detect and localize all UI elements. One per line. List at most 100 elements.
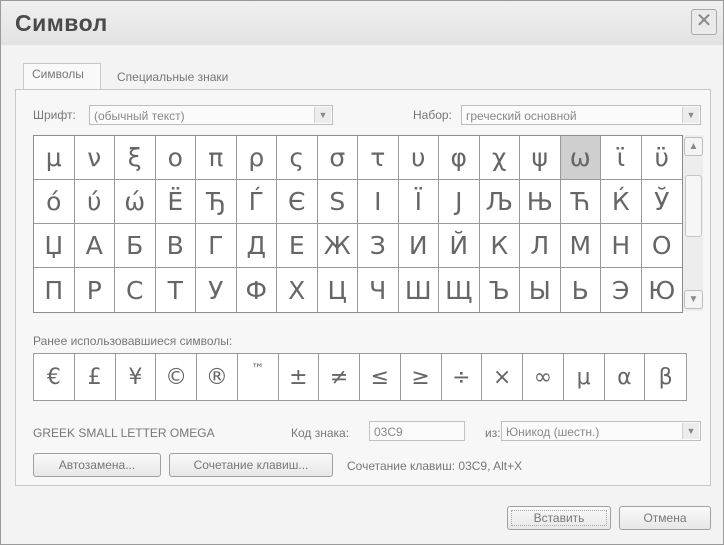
recent-symbol-cell[interactable]: ® [197,354,238,400]
recent-symbol-cell[interactable]: ÷ [442,354,483,400]
symbol-cell[interactable]: М [560,224,601,268]
symbol-cell[interactable]: σ [317,136,358,180]
symbol-cell[interactable]: Џ [34,224,75,268]
insert-button[interactable]: Вставить [507,506,611,530]
symbol-cell[interactable]: Ы [520,268,561,312]
symbol-cell[interactable]: ψ [520,136,561,180]
symbol-cell[interactable]: Ѓ [236,180,277,224]
recent-symbol-cell[interactable]: μ [564,354,605,400]
symbol-cell[interactable]: Щ [439,268,480,312]
symbol-cell[interactable]: τ [358,136,399,180]
symbol-cell[interactable]: Ў [641,180,682,224]
recent-symbol-cell[interactable]: € [34,354,75,400]
symbol-cell[interactable]: ώ [115,180,156,224]
symbol-cell[interactable]: Ф [237,268,277,312]
font-select[interactable]: (обычный текст) ▼ [89,105,333,125]
symbol-cell[interactable]: А [74,224,115,268]
symbol-cell[interactable]: ξ [115,136,156,180]
recent-symbol-cell[interactable]: ≥ [401,354,442,400]
symbol-cell[interactable]: Г [196,224,237,268]
symbol-cell[interactable]: ό [34,180,75,224]
scroll-up-icon[interactable]: ▲ [684,137,703,156]
symbol-cell[interactable]: С [115,268,156,312]
recent-symbol-cell[interactable]: ∞ [523,354,564,400]
recent-symbol-cell[interactable]: © [156,354,197,400]
symbol-cell[interactable]: ο [155,136,196,180]
symbol-cell[interactable]: Й [439,224,480,268]
symbol-cell[interactable]: ρ [236,136,277,180]
symbol-cell[interactable]: ω [560,136,601,180]
symbol-cell[interactable]: Ї [398,180,439,224]
symbol-grid[interactable]: μνξοπρςστυφχψωϊϋ όύώЁЂЃЄЅІЇЈЉЊЋЌЎ ЏАБВГДЕЖ… [33,135,683,313]
symbol-cell[interactable]: І [358,180,399,224]
symbol-grid-scrollbar[interactable]: ▲ ▼ [683,135,703,311]
scroll-thumb[interactable] [685,175,702,237]
from-select[interactable]: Юникод (шестн.) ▼ [501,421,701,441]
symbol-cell[interactable]: Љ [479,180,520,224]
recent-symbols-row[interactable]: € £ ¥ © ® ™ ± ≠ ≤ ≥ ÷ × ∞ μ α β [33,353,687,401]
recent-symbol-cell[interactable]: × [482,354,523,400]
symbol-cell[interactable]: Ё [155,180,196,224]
tab-special-characters[interactable]: Специальные знаки [109,67,236,89]
cancel-button[interactable]: Отмена [619,506,711,530]
recent-symbol-cell[interactable]: £ [75,354,116,400]
symbol-cell[interactable]: Ъ [480,268,520,312]
symbol-cell[interactable]: Ь [561,268,601,312]
symbol-cell[interactable]: Э [601,268,642,312]
recent-symbol-cell[interactable]: ± [279,354,320,400]
symbol-cell[interactable]: Ј [439,180,480,224]
symbol-cell[interactable]: Ћ [560,180,601,224]
chevron-down-icon[interactable]: ▼ [314,107,331,123]
symbol-cell[interactable]: О [641,224,682,268]
symbol-cell[interactable]: В [155,224,196,268]
symbol-cell[interactable]: Е [277,224,318,268]
symbol-cell[interactable]: υ [398,136,439,180]
symbol-cell[interactable]: Є [277,180,318,224]
scroll-down-icon[interactable]: ▼ [684,290,703,309]
title-bar[interactable]: Символ ✕ [1,1,723,45]
symbol-cell[interactable]: Ч [358,268,399,312]
symbol-cell[interactable]: Н [601,224,642,268]
symbol-cell[interactable]: У [196,268,237,312]
symbol-cell[interactable]: Х [277,268,318,312]
symbol-cell[interactable]: П [34,268,75,312]
symbol-cell[interactable]: Ѕ [317,180,358,224]
symbol-cell[interactable]: ύ [74,180,115,224]
symbol-cell[interactable]: Р [75,268,115,312]
subset-select[interactable]: греческий основной ▼ [461,105,701,125]
symbol-cell[interactable]: Ю [642,268,683,312]
symbol-cell[interactable]: З [358,224,399,268]
symbol-cell[interactable]: χ [479,136,520,180]
symbol-cell[interactable]: Њ [520,180,561,224]
symbol-cell[interactable]: π [196,136,237,180]
symbol-cell[interactable]: φ [439,136,480,180]
shortcut-key-button[interactable]: Сочетание клавиш... [169,453,333,477]
close-icon[interactable]: ✕ [691,9,717,35]
symbol-cell[interactable]: Ђ [196,180,237,224]
symbol-cell[interactable]: ν [74,136,115,180]
symbol-cell[interactable]: Л [520,224,561,268]
symbol-cell[interactable]: И [398,224,439,268]
char-code-input[interactable]: 03C9 [369,421,465,441]
recent-symbol-cell[interactable]: β [645,354,686,400]
recent-symbol-cell[interactable]: ¥ [116,354,157,400]
symbol-cell[interactable]: Б [115,224,156,268]
symbol-cell[interactable]: ϊ [601,136,642,180]
symbol-cell[interactable]: Т [156,268,196,312]
symbol-cell[interactable]: Ж [317,224,358,268]
chevron-down-icon[interactable]: ▼ [682,107,699,123]
recent-symbol-cell[interactable]: ™ [238,354,279,400]
symbol-cell[interactable]: К [479,224,520,268]
symbol-cell[interactable]: ς [277,136,318,180]
recent-symbol-cell[interactable]: α [605,354,646,400]
symbol-cell[interactable]: Ц [318,268,358,312]
recent-symbol-cell[interactable]: ≤ [360,354,401,400]
symbol-cell[interactable]: Ќ [601,180,642,224]
symbol-cell[interactable]: ϋ [641,136,682,180]
symbol-cell[interactable]: μ [34,136,75,180]
symbol-cell[interactable]: Ш [399,268,439,312]
recent-symbol-cell[interactable]: ≠ [319,354,360,400]
autocorrect-button[interactable]: Автозамена... [33,453,161,477]
tab-symbols[interactable]: Символы [23,63,101,90]
chevron-down-icon[interactable]: ▼ [682,423,699,439]
